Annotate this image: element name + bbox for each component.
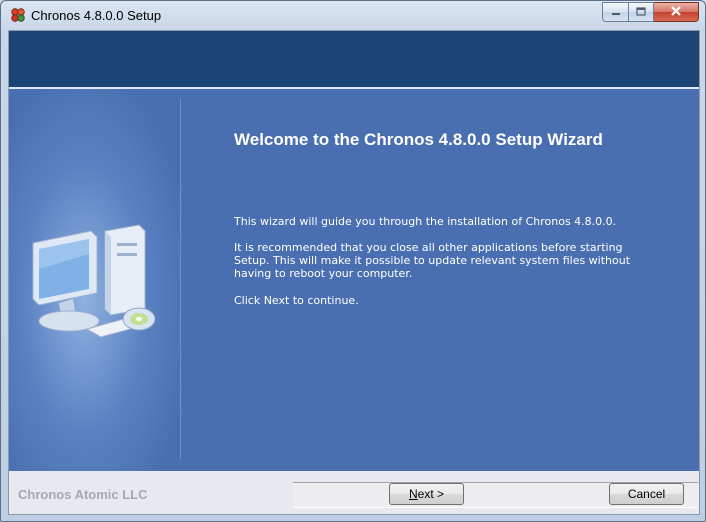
computer-icon	[27, 209, 162, 349]
minimize-icon	[611, 3, 621, 21]
close-icon	[670, 3, 682, 21]
cancel-button-label: Cancel	[627, 487, 666, 501]
intro-paragraph: This wizard will guide you through the i…	[234, 215, 617, 228]
recommendation-paragraph: It is recommended that you close all oth…	[234, 241, 631, 280]
maximize-button[interactable]	[629, 2, 654, 22]
maximize-icon	[636, 3, 646, 21]
installer-icon	[10, 7, 26, 23]
wizard-sidebar-art	[9, 89, 180, 471]
sidebar-divider	[180, 99, 181, 459]
close-button[interactable]	[654, 2, 699, 22]
setup-window: Chronos 4.8.0.0 Setup Welcome to the Chr…	[0, 0, 706, 522]
brand-label: Chronos Atomic LLC	[18, 487, 148, 502]
welcome-panel: Welcome to the Chronos 4.8.0.0 Setup Wiz…	[9, 89, 699, 471]
wizard-client-area: Welcome to the Chronos 4.8.0.0 Setup Wiz…	[8, 30, 700, 515]
next-button[interactable]: Next >	[389, 483, 464, 505]
minimize-button[interactable]	[602, 2, 629, 22]
cancel-button[interactable]: Cancel	[609, 483, 684, 505]
caption-buttons	[602, 2, 699, 22]
welcome-heading: Welcome to the Chronos 4.8.0.0 Setup Wiz…	[234, 130, 603, 149]
button-bar: Chronos Atomic LLC Next > Cancel	[9, 471, 699, 514]
window-title: Chronos 4.8.0.0 Setup	[31, 8, 162, 23]
continue-paragraph: Click Next to continue.	[234, 294, 359, 307]
header-band	[9, 31, 699, 87]
title-bar[interactable]: Chronos 4.8.0.0 Setup	[1, 1, 705, 29]
next-button-label: Next >	[408, 487, 445, 501]
